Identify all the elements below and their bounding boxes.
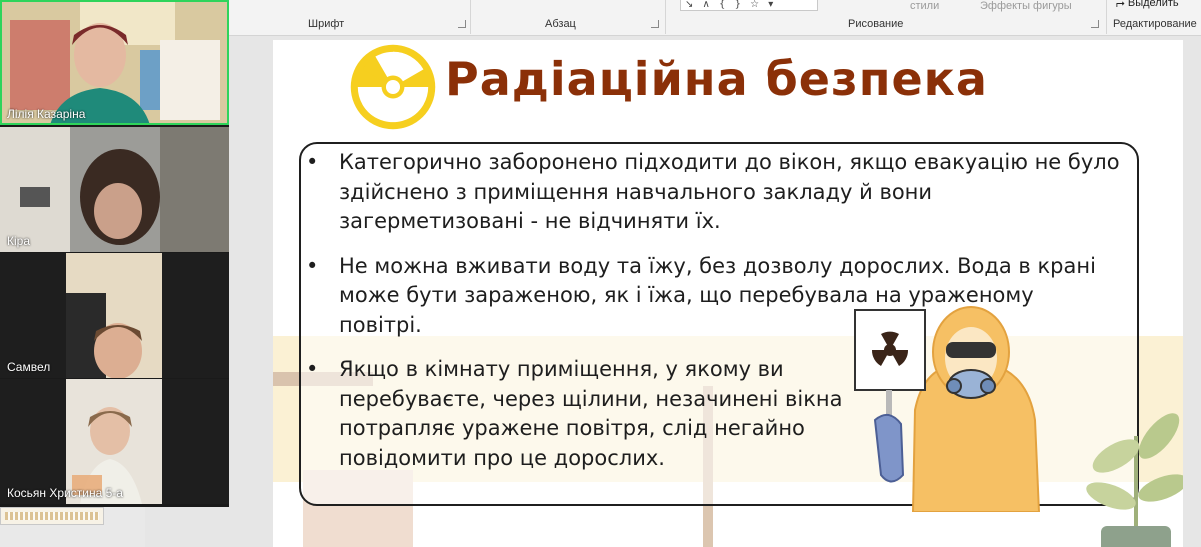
paragraph-group-label: Абзац bbox=[545, 18, 576, 30]
styles-button[interactable]: стили bbox=[910, 0, 939, 12]
select-button[interactable]: ⮣ Выделить bbox=[1116, 0, 1179, 10]
participant-name: Самвел bbox=[7, 360, 51, 374]
participant-tile[interactable]: Самвел bbox=[0, 253, 229, 378]
cursor-icon: ⮣ bbox=[1116, 0, 1128, 9]
ribbon-separator bbox=[470, 0, 471, 34]
screen: Шрифт Абзац ↘ ∧ { } ☆ ▾ стили Эффекты фи… bbox=[0, 0, 1201, 547]
shape-effects-button[interactable]: Эффекты фигуры bbox=[980, 0, 1072, 12]
hazmat-person-illustration bbox=[854, 306, 1041, 512]
slide-title[interactable]: Радіаційна безпека bbox=[445, 52, 988, 106]
ribbon-separator bbox=[1106, 0, 1107, 34]
editing-group-label: Редактирование bbox=[1113, 18, 1197, 30]
shapes-gallery[interactable]: ↘ ∧ { } ☆ ▾ bbox=[680, 0, 818, 11]
drawing-group-label: Рисование bbox=[848, 18, 904, 30]
font-dialog-launcher[interactable] bbox=[458, 20, 466, 28]
slide[interactable]: Радіаційна безпека Категорично заборонен… bbox=[273, 40, 1183, 547]
participant-video-panel: Лілія Казаріна Кіра Самвел Косьян Христи… bbox=[0, 0, 229, 507]
participant-name: Лілія Казаріна bbox=[7, 107, 86, 121]
participant-tile[interactable]: Кіра bbox=[0, 127, 229, 252]
paragraph-dialog-launcher[interactable] bbox=[651, 20, 659, 28]
participant-tile[interactable]: Косьян Христина 5-а bbox=[0, 379, 229, 504]
thumbnail-preview bbox=[5, 512, 99, 520]
ribbon-separator bbox=[665, 0, 666, 34]
participant-name: Косьян Христина 5-а bbox=[7, 486, 123, 500]
bullet-item: Якщо в кімнату приміщення, у якому ви пе… bbox=[303, 355, 853, 473]
radiation-hazard-icon bbox=[350, 44, 436, 130]
select-button-label: Выделить bbox=[1127, 0, 1179, 9]
participant-name: Кіра bbox=[7, 234, 31, 248]
slide-thumbnail[interactable] bbox=[0, 507, 104, 525]
font-group-label: Шрифт bbox=[308, 18, 345, 30]
bullet-item: Категорично заборонено підходити до віко… bbox=[303, 148, 1123, 237]
drawing-dialog-launcher[interactable] bbox=[1091, 20, 1099, 28]
plant-illustration bbox=[1086, 413, 1183, 547]
video-feed bbox=[0, 127, 229, 252]
participant-tile[interactable]: Лілія Казаріна bbox=[0, 0, 229, 125]
